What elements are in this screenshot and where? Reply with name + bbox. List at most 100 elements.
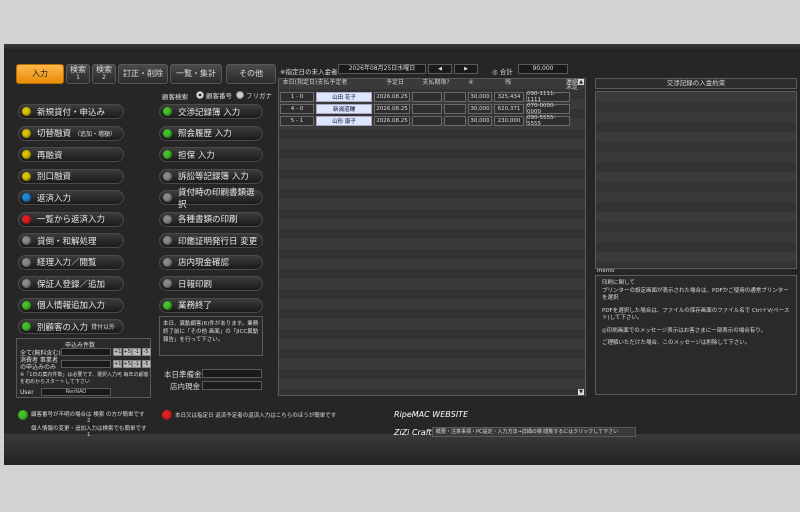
table-row[interactable]: 1 - 0 山田 花子 2026.08.25 30,000 325,434 090-111… (280, 91, 572, 103)
table-cell: 30,000 (468, 116, 492, 126)
table-cell: 2026.08.25 (374, 92, 410, 102)
table-cell: 山形 康子 (316, 116, 372, 126)
promise-list (595, 91, 797, 269)
menu-right-4[interactable]: 貸付時の印刷書類選択 (159, 188, 263, 210)
menu-right-2[interactable]: 担保 入力 (159, 147, 263, 162)
application-count-panel: 申込み件数 全て(無料含む) 消費者 事業者の申込みのみ +1 +5 -1 -5 +1 +… (16, 338, 151, 398)
table-cell (412, 116, 442, 126)
status-dot-icon (163, 193, 172, 202)
count-button[interactable]: -5 (141, 360, 151, 368)
table-cell (412, 92, 442, 102)
menu-left-9[interactable]: 個人情報追加入力 (18, 297, 124, 313)
menu-left-10[interactable]: 別顧客の入力 貸付以外 (18, 319, 124, 334)
status-dot-icon (163, 214, 172, 224)
status-dot-icon (22, 257, 31, 267)
status-dot-icon (22, 279, 31, 288)
status-dot-icon (22, 214, 31, 224)
menu-right-8[interactable]: 日報印刷 (159, 276, 263, 291)
website-link[interactable]: RipeMAC WEBSITE (394, 410, 468, 419)
menu-left-1[interactable]: 切替融資 （追加・増額） (18, 125, 124, 141)
status-dot-icon (163, 236, 172, 245)
menu-right-5[interactable]: 各種書類の印刷 (159, 211, 263, 227)
row2-label: 消費者 事業者の申込みのみ (20, 357, 58, 371)
status-dot-icon (163, 107, 172, 116)
menu-left-3[interactable]: 別口融資 (18, 168, 124, 184)
status-dot-icon (163, 128, 172, 138)
count-field-2[interactable] (61, 360, 111, 368)
menu-right-3[interactable]: 訴訟等記録簿 入力 (159, 168, 263, 184)
reserve-label: 本日準備金 (164, 370, 202, 379)
prev-date-button[interactable]: ◀ (428, 64, 452, 74)
menu-right-1[interactable]: 照会履歴 入力 (159, 125, 263, 141)
count-button[interactable]: +5 (122, 348, 132, 356)
table-header-cell: 支払期限? (422, 79, 450, 86)
date-bar-label: ※指定日の未入金者 (280, 68, 338, 76)
table-row[interactable]: 4 - 0 新潟道輔 2026.08.25 30,000 620,371 070-0000… (280, 103, 572, 115)
status-dot-icon (163, 171, 172, 181)
next-date-button[interactable]: ▶ (454, 64, 478, 74)
menu-left-5[interactable]: 一覧から返済入力 (18, 211, 124, 227)
status-dot-icon (22, 300, 31, 310)
date-field[interactable]: 2026年08月25日水曜日 (338, 64, 426, 74)
count-button[interactable]: +5 (122, 360, 132, 368)
tab-0[interactable]: 入力 (16, 64, 64, 84)
status-dot-icon (22, 236, 31, 245)
menu-right-0[interactable]: 交渉記録簿 入力 (159, 104, 263, 119)
table-cell (444, 116, 466, 126)
tab-2[interactable]: 検索 2 (92, 64, 116, 84)
store-cash-field[interactable] (202, 381, 262, 390)
table-header-cell: ④ (468, 79, 474, 86)
count-button[interactable]: +1 (113, 348, 122, 356)
application-note: ※「1日の案内件数」は必要です、選択入力可 毎年の顧客を初めからスタートして下さ… (20, 372, 149, 385)
red-dot-icon (162, 410, 172, 420)
menu-right-6[interactable]: 印鑑証明発行日 変更 (159, 233, 263, 248)
menu-left-8[interactable]: 保証人登録／追加 (18, 276, 124, 291)
status-dot-icon (163, 150, 172, 159)
table-cell: 230,000 (494, 116, 524, 126)
menu-left-6[interactable]: 貸倒・和解処理 (18, 233, 124, 248)
count-button[interactable]: -1 (132, 360, 141, 368)
count-button[interactable]: -5 (141, 348, 151, 356)
search-mode-label: 顧客検索 (162, 93, 188, 101)
menu-left-2[interactable]: 再融資 (18, 147, 124, 162)
menu-left-0[interactable]: 新規貸付・申込み (18, 104, 124, 119)
radio-customer-number[interactable]: 顧客番号 (196, 90, 232, 100)
menu-right-7[interactable]: 店内現金確認 (159, 254, 263, 270)
tab-5[interactable]: その他 (226, 64, 276, 84)
table-cell: 新潟道輔 (316, 104, 372, 114)
status-bar (4, 434, 800, 465)
tab-1[interactable]: 検索 1 (66, 64, 90, 84)
table-cell (444, 92, 466, 102)
scroll-up-icon[interactable]: ▲ (578, 79, 584, 85)
table-cell: 5 - 1 (280, 116, 314, 126)
radio-furigana[interactable]: フリガナ (236, 90, 272, 100)
notice-box: 本日、異動顧客(6)件があります。業務終了前に「その他 画面」の「JICC異動報… (159, 316, 263, 356)
table-cell (444, 104, 466, 114)
count-field-1[interactable] (61, 348, 111, 356)
menu-left-4[interactable]: 返済入力 (18, 190, 124, 205)
scroll-down-icon[interactable]: ▼ (578, 389, 584, 395)
memo-line: ご理解いただけた場合、このメッセージは削除して下さい。 (602, 340, 751, 346)
green-dot-icon (18, 410, 28, 420)
app-window: 入力 検索 1 検索 2 訂正・削除 一覧・集計 その他 顧客検索 顧客番号 フリガナ 新規貸… (4, 44, 800, 465)
status-dot-icon (22, 193, 31, 202)
memo-line: PDFを選択した場合は、ファイルの保存画面のファイル名で Ctrl＋V(ペースト… (602, 307, 790, 322)
count-button[interactable]: +1 (113, 360, 122, 368)
reserve-field[interactable] (202, 369, 262, 378)
table-cell: 山田 花子 (316, 92, 372, 102)
title-bar (4, 44, 800, 52)
memo-line: 印刷に関して (602, 280, 635, 286)
help-link[interactable]: 概要・注意事項・PC設定・入力方法→詳細の場 閲覧するにはクリックして下さい (432, 427, 636, 437)
promise-panel-title: 交渉記録の入金約束 (595, 78, 797, 89)
table-header-cell: 予定日 (385, 79, 404, 86)
status-dot-icon (163, 300, 172, 310)
status-dot-icon (163, 257, 172, 267)
menu-right-9[interactable]: 業務終了 (159, 297, 263, 313)
menu-left-7[interactable]: 経理入力／閲覧 (18, 254, 124, 270)
count-button[interactable]: -1 (132, 348, 141, 356)
tab-3[interactable]: 訂正・削除 (118, 64, 168, 84)
table-row[interactable]: 5 - 1 山形 康子 2026.08.25 30,000 230,000 090-555… (280, 115, 572, 127)
zizi-craft-label: ZiZi Craft (394, 428, 432, 437)
tab-4[interactable]: 一覧・集計 (170, 64, 222, 84)
user-field[interactable]: RenNAO (41, 388, 111, 396)
